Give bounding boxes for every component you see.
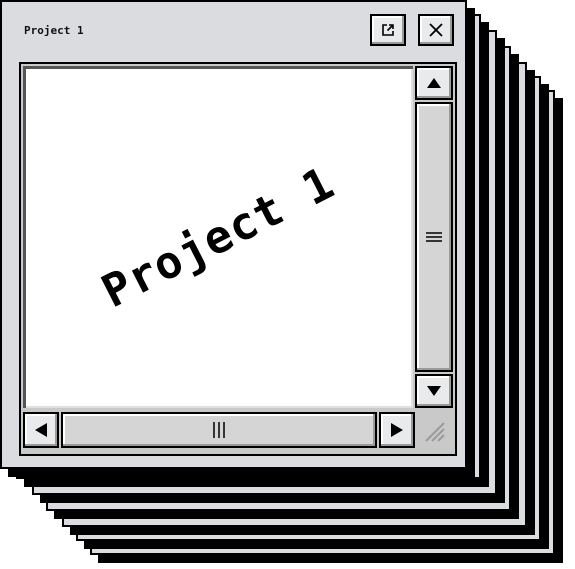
close-button[interactable]	[418, 14, 454, 46]
vertical-scrollbar[interactable]	[415, 66, 453, 408]
arrow-right-icon	[391, 423, 403, 437]
title-bar[interactable]: Project 1	[2, 2, 465, 58]
arrow-left-icon	[35, 423, 47, 437]
horizontal-scroll-thumb[interactable]	[61, 412, 377, 448]
vertical-scroll-thumb[interactable]	[415, 102, 453, 372]
project-label: Project 1	[93, 155, 343, 319]
project-window[interactable]: Project 1 Project 1	[0, 0, 467, 469]
arrow-down-icon	[427, 386, 441, 396]
window-title: Project 1	[24, 24, 84, 37]
resize-grip-icon	[425, 422, 445, 442]
resize-handle[interactable]	[415, 410, 453, 452]
scroll-down-button[interactable]	[415, 374, 453, 408]
grip-lines-vertical-icon	[213, 422, 225, 438]
scroll-up-button[interactable]	[415, 66, 453, 100]
scroll-right-button[interactable]	[379, 412, 415, 448]
horizontal-scrollbar[interactable]	[23, 410, 415, 452]
popout-button[interactable]	[370, 14, 406, 46]
grip-lines-icon	[426, 232, 442, 242]
content-frame: Project 1	[19, 62, 457, 456]
scroll-left-button[interactable]	[23, 412, 59, 448]
close-icon	[429, 23, 443, 37]
content-canvas[interactable]: Project 1	[23, 66, 413, 408]
arrow-up-icon	[427, 78, 441, 88]
external-link-icon	[382, 24, 394, 36]
